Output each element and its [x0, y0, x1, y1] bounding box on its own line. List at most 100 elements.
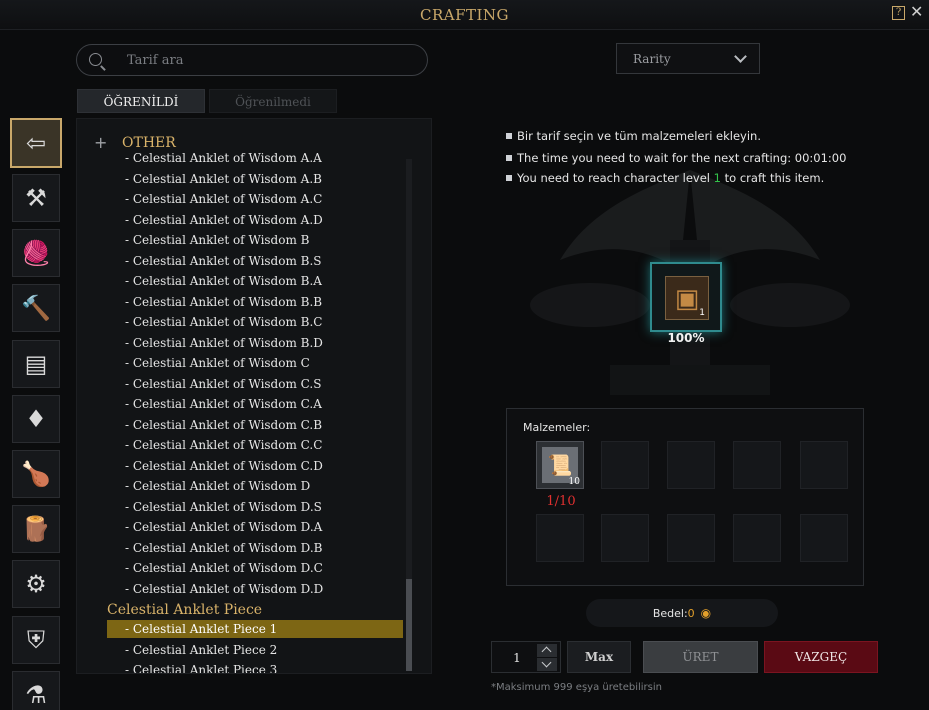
group-piece-header[interactable]: Celestial Anklet Piece	[107, 602, 262, 618]
upgrade-arrow-icon: ⇦	[25, 129, 47, 157]
recipe-item[interactable]: - Celestial Anklet of Wisdom B	[125, 233, 309, 247]
quantity-up-button[interactable]	[537, 644, 557, 657]
potion-icon: ⚗	[25, 680, 47, 709]
recipe-item[interactable]: - Celestial Anklet of Wisdom C.D	[125, 459, 323, 473]
yarn-icon: 🧶	[21, 239, 51, 268]
bullet-icon	[506, 133, 512, 139]
material-slot[interactable]: 📜 10	[536, 441, 584, 489]
roast-chicken-icon: 🍗	[21, 460, 51, 488]
category-button[interactable]: 🔨	[12, 284, 60, 333]
cost-display: Bedel:0 ◉	[586, 599, 778, 627]
recipe-item[interactable]: - Celestial Anklet of Wisdom D.B	[125, 541, 322, 555]
help-button[interactable]: ?	[892, 6, 905, 20]
category-button[interactable]: ▤	[12, 339, 60, 388]
category-button[interactable]: ⚒	[12, 174, 60, 222]
bullet-icon	[506, 155, 512, 161]
recipe-item[interactable]: - Celestial Anklet of Wisdom C	[125, 356, 310, 370]
cancel-button[interactable]: VAZGEÇ	[764, 641, 878, 673]
materials-label: Malzemeler:	[523, 421, 591, 434]
info-line-3: You need to reach character level 1 to c…	[506, 171, 824, 185]
recipe-item[interactable]: - Celestial Anklet of Wisdom D.D	[125, 582, 323, 596]
recipe-item[interactable]: - Celestial Anklet of Wisdom C.S	[125, 377, 321, 391]
search-icon	[89, 53, 102, 66]
success-rate: 100%	[667, 331, 705, 345]
info-text-3a: You need to reach character level	[517, 171, 714, 185]
cost-value: 0	[687, 607, 695, 620]
treasure-chest-icon: ▣ 1	[665, 276, 709, 320]
category-button[interactable]: ⚗	[12, 670, 60, 710]
recipe-item[interactable]: - Celestial Anklet of Wisdom A.D	[125, 213, 323, 227]
recipe-item[interactable]: - Celestial Anklet of Wisdom D.S	[125, 500, 322, 514]
recipe-item[interactable]: - Celestial Anklet of Wisdom B.A	[125, 274, 322, 288]
recipe-item[interactable]: - Celestial Anklet of Wisdom B.S	[125, 254, 322, 268]
bullet-icon	[506, 175, 512, 181]
title-bar: CRAFTING ? ✕	[0, 0, 929, 30]
material-slot[interactable]	[536, 514, 584, 562]
armor-icon: ⛨	[27, 625, 45, 654]
window-title: CRAFTING	[419, 6, 510, 24]
material-slot[interactable]	[800, 514, 848, 562]
material-slot[interactable]	[667, 514, 715, 562]
material-need: 1/10	[546, 494, 576, 509]
material-slot[interactable]	[667, 441, 715, 489]
recipe-item[interactable]: - Celestial Anklet of Wisdom C.A	[125, 397, 322, 411]
material-slot[interactable]	[733, 441, 781, 489]
info-line-2: The time you need to wait for the next c…	[506, 151, 846, 165]
rarity-dropdown[interactable]: Rarity	[616, 43, 760, 74]
category-button[interactable]: ⚙	[12, 560, 60, 609]
chest-icon: ▤	[24, 349, 48, 378]
material-slot[interactable]	[601, 514, 649, 562]
material-count: 10	[568, 477, 580, 487]
tab-learned[interactable]: ÖĞRENİLDİ	[77, 89, 205, 113]
recipe-item[interactable]: - Celestial Anklet of Wisdom B.B	[125, 295, 322, 309]
recipe-item[interactable]: - Celestial Anklet of Wisdom B.C	[125, 315, 322, 329]
material-slot[interactable]	[800, 441, 848, 489]
info-text-1: Bir tarif seçin ve tüm malzemeleri ekley…	[517, 129, 762, 143]
recipe-item[interactable]: - Celestial Anklet Piece 3	[107, 661, 403, 673]
info-text-3b: to craft this item.	[721, 171, 825, 185]
material-slot[interactable]	[601, 441, 649, 489]
recipe-item[interactable]: - Celestial Anklet of Wisdom A.B	[125, 172, 322, 186]
max-craft-note: *Maksimum 999 eşya üretebilirsin	[491, 682, 662, 693]
recipe-item[interactable]: - Celestial Anklet of Wisdom C.B	[125, 418, 322, 432]
anvil-icon: ⚙	[25, 570, 47, 599]
woodwork-icon: 🪵	[21, 515, 51, 544]
tab-not-learned[interactable]: Öğrenilmedi	[209, 89, 337, 113]
close-button[interactable]: ✕	[910, 4, 924, 20]
quantity-down-button[interactable]	[537, 658, 557, 671]
gold-coin-icon: ◉	[700, 606, 712, 620]
recipe-item[interactable]: - Celestial Anklet of Wisdom D	[125, 479, 310, 493]
cost-label: Bedel:	[652, 607, 688, 620]
materials-panel: Malzemeler: 📜 10 1/10	[506, 408, 864, 586]
hammer-icon: 🔨	[21, 294, 51, 323]
info-line-1: Bir tarif seçin ve tüm malzemeleri ekley…	[506, 129, 761, 143]
recipe-item[interactable]: - Celestial Anklet of Wisdom A.A	[125, 151, 322, 165]
recipe-list: + OTHER - Celestial Anklet of Wisdom A.A…	[76, 118, 432, 674]
result-count: 1	[699, 308, 705, 318]
recipe-item[interactable]: - Celestial Anklet of Wisdom D.A	[125, 520, 322, 534]
recipe-item[interactable]: - Celestial Anklet of Wisdom C.C	[125, 438, 322, 452]
quantity-input[interactable]	[500, 649, 534, 667]
search-input[interactable]	[127, 50, 417, 70]
rarity-label: Rarity	[633, 52, 671, 66]
expand-icon[interactable]: +	[94, 133, 107, 152]
scrollbar-thumb[interactable]	[406, 579, 412, 671]
category-button[interactable]: 🪵	[12, 505, 60, 554]
category-button[interactable]: ♦	[12, 394, 60, 443]
recipe-item[interactable]: - Celestial Anklet Piece 2	[107, 641, 403, 659]
craft-button[interactable]: ÜRET	[643, 641, 758, 673]
group-other-header[interactable]: OTHER	[122, 135, 176, 151]
recipe-item[interactable]: - Celestial Anklet of Wisdom A.C	[125, 192, 322, 206]
recipe-item[interactable]: - Celestial Anklet of Wisdom B.D	[125, 336, 323, 350]
category-button[interactable]: 🧶	[12, 229, 60, 278]
recipe-item[interactable]: - Celestial Anklet of Wisdom D.C	[125, 561, 323, 575]
recipe-item[interactable]: - Celestial Anklet Piece 1	[107, 620, 403, 638]
max-button[interactable]: Max	[567, 641, 631, 673]
category-button[interactable]: 🍗	[12, 450, 60, 498]
required-level: 1	[713, 171, 721, 185]
material-slot[interactable]	[733, 514, 781, 562]
result-item-slot[interactable]: ▣ 1	[650, 262, 722, 332]
amulet-icon: ♦	[25, 404, 47, 433]
category-button[interactable]: ⛨	[12, 615, 60, 664]
category-button[interactable]: ⇦	[10, 118, 62, 168]
